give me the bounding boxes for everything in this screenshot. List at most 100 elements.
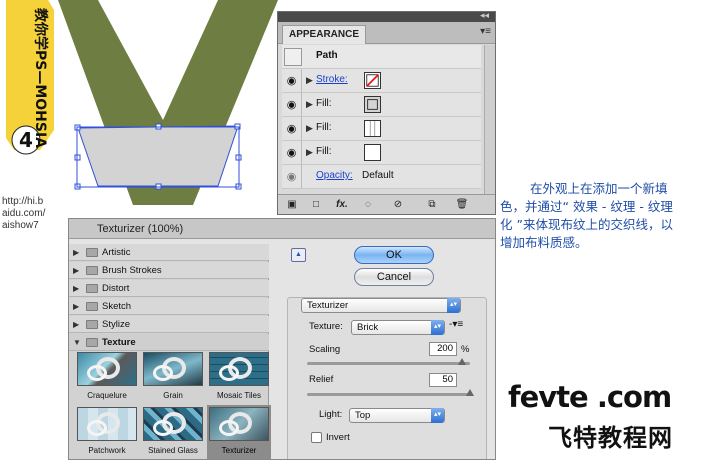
craquelure-preview <box>77 352 137 386</box>
stained-glass-preview <box>143 407 203 441</box>
appearance-panel: ◂◂ APPEARANCE ▾≡ Path ◉ ▶ Stroke: ◉ ▶ Fi… <box>277 10 496 215</box>
expand-triangle-icon[interactable]: ▶ <box>306 147 313 158</box>
mosaic-tiles-preview <box>209 352 269 386</box>
grain-preview <box>143 352 203 386</box>
new-art-icon[interactable]: ▣ <box>284 198 300 212</box>
path-thumbnail <box>284 48 302 66</box>
site-logo: fevte .com <box>508 380 672 414</box>
artwork-canvas <box>58 0 278 205</box>
category-sketch[interactable]: ▶ Sketch <box>69 298 269 315</box>
pattern-swatch[interactable] <box>364 120 381 137</box>
folder-icon <box>86 284 98 293</box>
texture-menu-icon[interactable]: -▾≡ <box>449 319 463 330</box>
stroke-label[interactable]: Stroke: <box>316 74 348 85</box>
fill-swatch[interactable] <box>364 96 381 113</box>
folder-icon <box>86 320 98 329</box>
eye-icon[interactable]: ◉ <box>282 165 302 189</box>
eye-icon[interactable]: ◉ <box>282 93 302 117</box>
filter-select[interactable]: Texturizer ▴▾ <box>301 298 461 313</box>
category-stylize[interactable]: ▶ Stylize <box>69 316 269 333</box>
url-line-1: http://hi.b <box>2 196 44 207</box>
banner-text: 教你学PS—MOHSIA <box>32 8 49 148</box>
eye-icon[interactable]: ◉ <box>282 117 302 141</box>
relief-label: Relief <box>309 374 334 385</box>
collapse-icon[interactable]: ◂◂ <box>480 10 489 21</box>
url-line-3: aishow7 <box>2 220 39 231</box>
scaling-slider-thumb[interactable] <box>457 358 466 365</box>
filter-settings: ▲ OK Cancel Texturizer ▴▾ Texture: Brick ▴… <box>281 244 495 459</box>
expand-triangle-icon[interactable]: ▶ <box>306 99 313 110</box>
ok-button[interactable]: OK <box>354 246 434 264</box>
opacity-label[interactable]: Opacity: <box>316 170 353 181</box>
expand-triangle-icon: ▶ <box>73 302 80 311</box>
blog-url: http://hi.b aidu.com/ aishow7 <box>2 196 45 232</box>
patchwork-preview <box>77 407 137 441</box>
chevron-down-icon: ▴▾ <box>431 320 444 335</box>
panel-bottom-bar: ▣ □ fx. ◌ ⊘ ⧉ 🗑 <box>278 194 495 214</box>
thumb-grain[interactable]: Grain <box>143 352 203 414</box>
panel-menu-icon[interactable]: ▾≡ <box>480 26 491 37</box>
scaling-slider[interactable] <box>307 362 470 365</box>
cancel-button[interactable]: Cancel <box>354 268 434 286</box>
invert-label: Invert <box>326 432 350 443</box>
thumb-craquelure[interactable]: Craquelure <box>77 352 137 414</box>
collapse-triangle-icon: ▼ <box>73 338 81 347</box>
texturizer-preview <box>209 407 269 441</box>
light-select[interactable]: Top ▴▾ <box>349 408 445 423</box>
thumb-patchwork[interactable]: Patchwork <box>77 407 137 459</box>
duplicate-icon[interactable]: ⧉ <box>424 198 440 212</box>
expand-triangle-icon: ▶ <box>73 284 80 293</box>
tab-appearance[interactable]: APPEARANCE <box>282 25 367 44</box>
category-brush-strokes[interactable]: ▶ Brush Strokes <box>69 262 269 279</box>
category-artistic[interactable]: ▶ Artistic <box>69 244 269 261</box>
fill-label: Fill: <box>316 146 332 157</box>
trash-icon[interactable]: 🗑 <box>454 198 470 212</box>
texture-select[interactable]: Brick ▴▾ <box>351 320 445 335</box>
folder-icon <box>86 302 98 311</box>
tutorial-banner: 4 教你学PS—MOHSIA <box>0 0 58 190</box>
fill-row-2[interactable]: ◉ ▶ Fill: <box>282 117 481 141</box>
fx-icon[interactable]: fx. <box>334 198 350 212</box>
path-row[interactable]: Path <box>282 45 481 69</box>
thumb-texturizer[interactable]: Texturizer <box>207 405 271 459</box>
eye-icon[interactable]: ◉ <box>282 141 302 165</box>
reduce-icon[interactable]: ◌ <box>360 198 376 212</box>
url-line-2: aidu.com/ <box>2 208 46 219</box>
chevron-down-icon: ▴▾ <box>447 298 460 313</box>
fill-label: Fill: <box>316 122 332 133</box>
stroke-swatch[interactable] <box>364 72 381 89</box>
thumb-stained-glass[interactable]: Stained Glass <box>143 407 203 459</box>
panel-scrollbar[interactable] <box>484 45 495 195</box>
clear-appearance-icon[interactable]: ⊘ <box>390 198 406 212</box>
opacity-row[interactable]: ◉ Opacity: Default <box>282 165 481 189</box>
white-fill-swatch[interactable] <box>364 144 381 161</box>
category-texture[interactable]: ▼ Texture <box>69 334 269 351</box>
invert-checkbox[interactable] <box>311 432 322 443</box>
scaling-field[interactable]: 200 <box>429 342 457 356</box>
panel-tabrow: APPEARANCE ▾≡ <box>278 22 495 44</box>
fill-row-1[interactable]: ◉ ▶ Fill: <box>282 93 481 117</box>
scaling-label: Scaling <box>309 344 341 355</box>
fill-row-3[interactable]: ◉ ▶ Fill: <box>282 141 481 165</box>
texturizer-dialog: Texturizer (100%) ▶ Artistic ▶ Brush Strok… <box>68 218 496 460</box>
expand-triangle-icon: ▶ <box>73 266 80 275</box>
relief-slider-thumb[interactable] <box>466 389 474 396</box>
path-label: Path <box>316 50 338 61</box>
expand-triangle-icon: ▶ <box>73 320 80 329</box>
stroke-row[interactable]: ◉ ▶ Stroke: <box>282 69 481 93</box>
clear-icon[interactable]: □ <box>308 198 324 212</box>
dialog-title: Texturizer (100%) <box>69 219 495 239</box>
chevron-down-icon: ▴▾ <box>431 408 444 423</box>
opacity-value: Default <box>362 170 394 181</box>
expand-triangle-icon[interactable]: ▶ <box>306 75 313 86</box>
eye-icon[interactable]: ◉ <box>282 69 302 93</box>
expand-triangle-icon[interactable]: ▶ <box>306 123 313 134</box>
site-logo-chinese: 飞特教程网 <box>548 424 673 452</box>
collapse-gallery-button[interactable]: ▲ <box>291 248 306 262</box>
panel-titlebar[interactable]: ◂◂ <box>278 10 495 22</box>
category-distort[interactable]: ▶ Distort <box>69 280 269 297</box>
scaling-unit: % <box>461 344 470 355</box>
relief-field[interactable]: 50 <box>429 373 457 387</box>
relief-slider[interactable] <box>307 393 470 396</box>
light-label: Light: <box>319 409 343 420</box>
